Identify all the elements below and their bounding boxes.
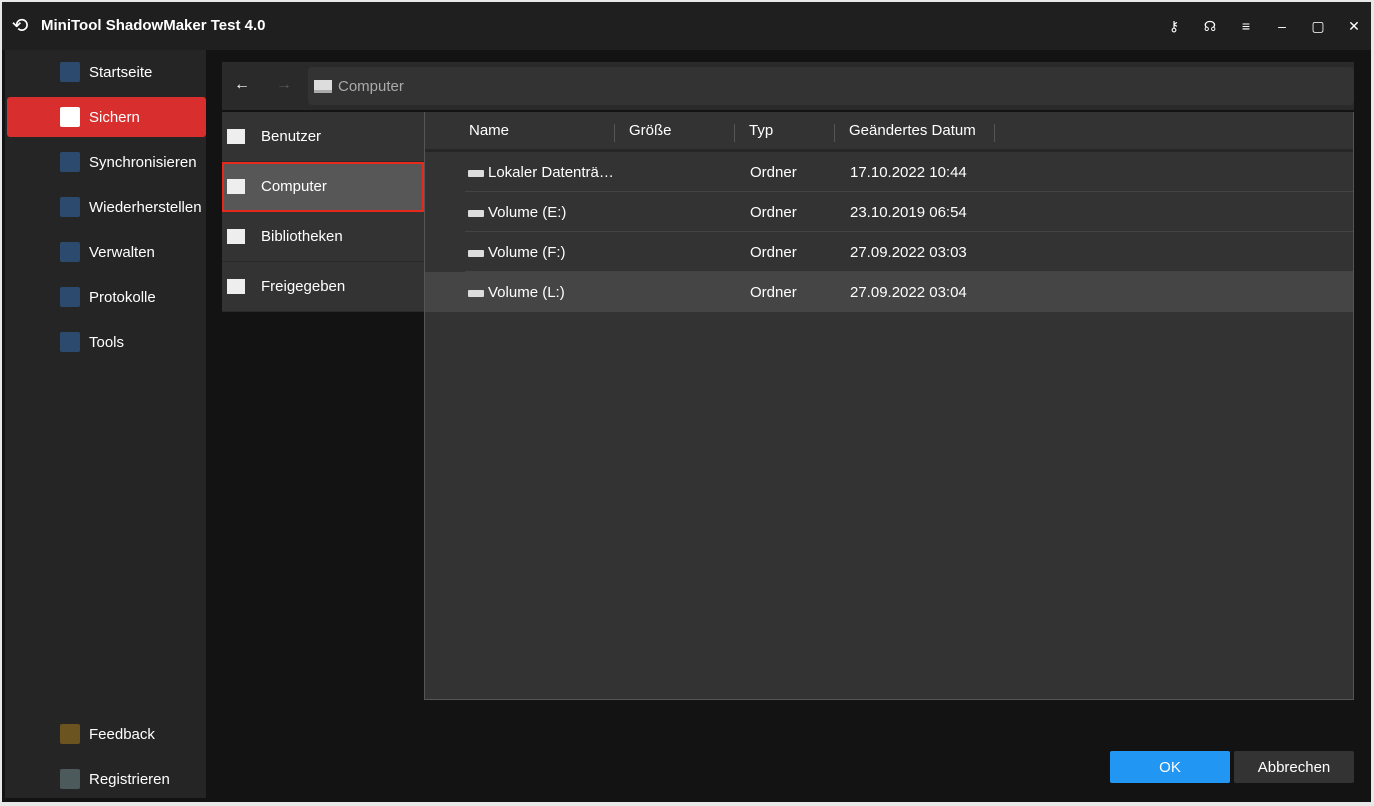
sidebar-item-label: Sichern (89, 108, 140, 126)
sync-icon (60, 152, 80, 172)
feedback-label: Feedback (89, 725, 155, 743)
row-name: Volume (E:) (488, 204, 567, 221)
back-button[interactable]: ← (234, 76, 250, 94)
place-label: Freigegeben (261, 278, 346, 295)
forward-button[interactable]: → (276, 76, 292, 94)
row-date: 27.09.2022 03:04 (850, 284, 967, 301)
computer-icon (227, 179, 245, 194)
headset-icon[interactable]: ☊ (1200, 16, 1220, 36)
table-row[interactable]: Volume (F:) Ordner 27.09.2022 03:03 (465, 232, 1353, 272)
sidebar-item-wiederherstellen[interactable]: Wiederherstellen (7, 187, 206, 227)
app-title: MiniTool ShadowMaker Test 4.0 (41, 17, 266, 34)
title-bar: ⟲ MiniTool ShadowMaker Test 4.0 ⚷ ☊ ≡ – … (2, 2, 1371, 50)
sidebar-item-startseite[interactable]: Startseite (7, 52, 206, 92)
row-date: 27.09.2022 03:03 (850, 244, 967, 261)
sidebar-item-label: Wiederherstellen (89, 198, 202, 216)
row-name: Volume (L:) (488, 284, 565, 301)
row-type: Ordner (750, 204, 797, 221)
sidebar-item-label: Startseite (89, 63, 153, 81)
feedback-icon (60, 724, 80, 744)
path-field[interactable]: Computer (308, 67, 1354, 105)
ok-button[interactable]: OK (1110, 751, 1230, 783)
tools-icon (60, 332, 80, 352)
menu-icon[interactable]: ≡ (1236, 16, 1256, 36)
place-bibliotheken[interactable]: Bibliotheken (222, 212, 424, 262)
sidebar: Startseite Sichern Synchronisieren Wiede… (5, 50, 206, 798)
sidebar-item-synchronisieren[interactable]: Synchronisieren (7, 142, 206, 182)
row-type: Ordner (750, 244, 797, 261)
row-type: Ordner (750, 284, 797, 301)
table-header: Name Größe Typ Geändertes Datum (425, 112, 1353, 152)
maximize-icon[interactable]: ▢ (1308, 16, 1328, 36)
register-label: Registrieren (89, 770, 170, 788)
app-window: ⟲ MiniTool ShadowMaker Test 4.0 ⚷ ☊ ≡ – … (2, 2, 1371, 802)
cancel-button[interactable]: Abbrechen (1234, 751, 1354, 783)
navigation-bar: ← → Computer (222, 62, 1354, 110)
sidebar-item-label: Tools (89, 333, 125, 351)
computer-icon (314, 79, 332, 93)
table-row[interactable]: Volume (L:) Ordner 27.09.2022 03:04 (425, 272, 1353, 312)
drive-icon (468, 169, 484, 177)
sidebar-item-label: Synchronisieren (89, 153, 197, 171)
sidebar-item-protokolle[interactable]: Protokolle (7, 277, 206, 317)
sidebar-item-label: Verwalten (89, 243, 155, 261)
backup-icon (60, 107, 80, 127)
column-date[interactable]: Geändertes Datum (849, 122, 976, 139)
lock-icon (60, 769, 80, 789)
row-name: Volume (F:) (488, 244, 566, 261)
log-icon (60, 287, 80, 307)
column-name[interactable]: Name (469, 122, 509, 139)
column-size[interactable]: Größe (629, 122, 672, 139)
place-freigegeben[interactable]: Freigegeben (222, 262, 424, 312)
sidebar-item-label: Protokolle (89, 288, 156, 306)
home-icon (60, 62, 80, 82)
column-type[interactable]: Typ (749, 122, 773, 139)
drive-icon (468, 249, 484, 257)
place-label: Computer (261, 178, 327, 195)
place-label: Benutzer (261, 128, 322, 145)
place-benutzer[interactable]: Benutzer (222, 112, 424, 162)
row-date: 23.10.2019 06:54 (850, 204, 967, 221)
drive-icon (468, 209, 484, 217)
path-text: Computer (338, 77, 404, 95)
sidebar-item-verwalten[interactable]: Verwalten (7, 232, 206, 272)
sidebar-item-sichern[interactable]: Sichern (7, 97, 206, 137)
place-label: Bibliotheken (261, 228, 343, 245)
key-icon[interactable]: ⚷ (1164, 16, 1184, 36)
row-type: Ordner (750, 164, 797, 181)
place-computer[interactable]: Computer (222, 162, 424, 212)
table-row[interactable]: Lokaler Datenträ… Ordner 17.10.2022 10:44 (465, 152, 1353, 192)
logo-icon: ⟲ (11, 15, 29, 37)
file-list: Name Größe Typ Geändertes Datum Lokaler … (424, 112, 1354, 700)
register-button[interactable]: Registrieren (7, 759, 206, 799)
restore-icon (60, 197, 80, 217)
user-folder-icon (227, 129, 245, 144)
folder-icon (227, 229, 245, 244)
minimize-icon[interactable]: – (1272, 16, 1292, 36)
shared-icon (227, 279, 245, 294)
table-row[interactable]: Volume (E:) Ordner 23.10.2019 06:54 (465, 192, 1353, 232)
manage-icon (60, 242, 80, 262)
feedback-button[interactable]: Feedback (7, 714, 206, 754)
close-icon[interactable]: ✕ (1344, 16, 1364, 36)
drive-icon (468, 289, 484, 297)
places-panel: Benutzer Computer Bibliotheken Freigegeb… (222, 112, 424, 312)
row-name: Lokaler Datenträ… (488, 164, 614, 181)
row-date: 17.10.2022 10:44 (850, 164, 967, 181)
sidebar-item-tools[interactable]: Tools (7, 322, 206, 362)
